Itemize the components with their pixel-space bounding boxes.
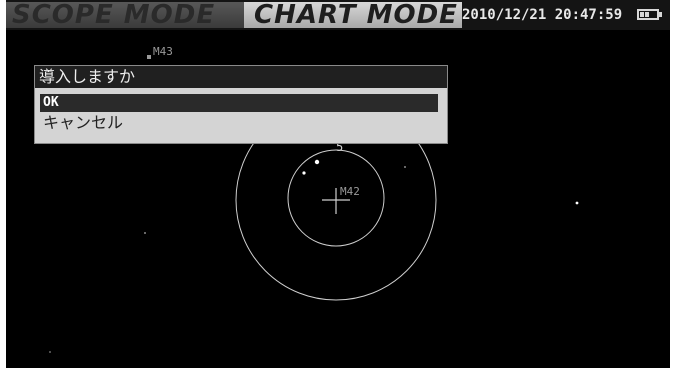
object-label-m43: M43: [153, 45, 173, 58]
star: [314, 159, 320, 165]
goto-confirm-dialog: 導入しますか OK キャンセル: [34, 65, 448, 144]
dialog-body: OK キャンセル: [35, 88, 447, 143]
ok-option[interactable]: OK: [40, 94, 438, 112]
object-marker: [147, 55, 151, 59]
dialog-title: 導入しますか: [35, 66, 447, 88]
star: [144, 232, 146, 234]
device-display: SCOPE MODE CHART MODE 2010/12/21 20:47:5…: [6, 0, 670, 368]
cancel-option[interactable]: キャンセル: [43, 113, 123, 133]
star: [575, 201, 579, 205]
star: [49, 351, 51, 353]
star: [302, 171, 306, 175]
star: [404, 166, 406, 168]
object-label-m42: M42: [340, 185, 360, 198]
screen: SCOPE MODE CHART MODE 2010/12/21 20:47:5…: [0, 0, 676, 372]
star-chart[interactable]: [6, 0, 670, 368]
